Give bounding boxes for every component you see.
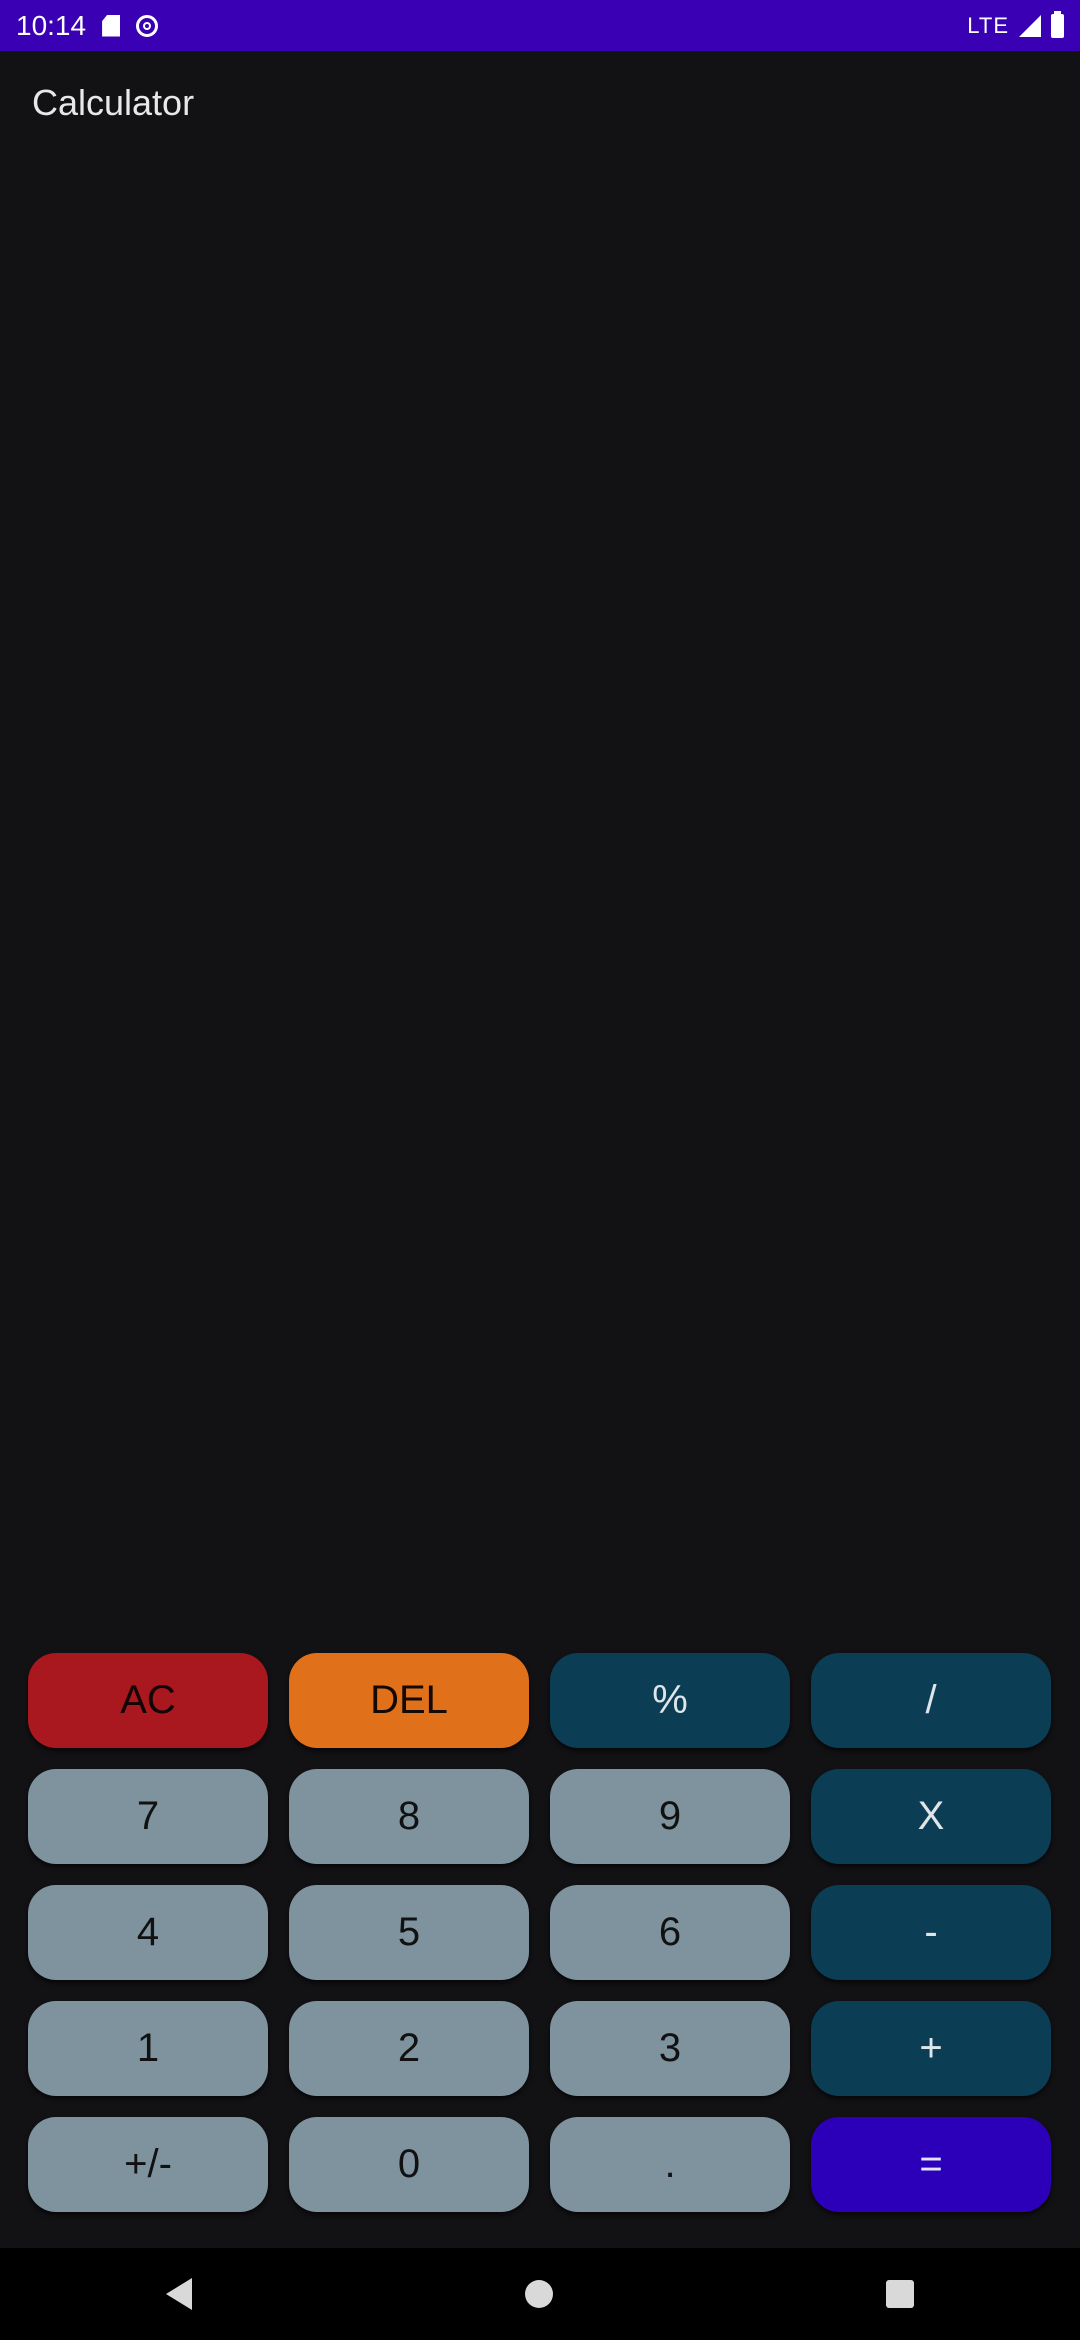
digit-9-button[interactable]: 9 <box>550 1769 790 1864</box>
digit-8-button[interactable]: 8 <box>289 1769 529 1864</box>
digit-5-button[interactable]: 5 <box>289 1885 529 1980</box>
network-type: LTE <box>967 12 1009 38</box>
sync-icon <box>136 14 159 37</box>
calculator-screen: 10:14 LTE Calculator AC DEL%/7 8 9 X 4 5 6-1 2 3 +… <box>0 0 1080 2340</box>
digit-2-button[interactable]: 2 <box>289 2001 529 2096</box>
status-bar: 10:14 LTE <box>0 0 1080 51</box>
divide-button[interactable]: / <box>811 1653 1051 1748</box>
digit-0-button[interactable]: 0 <box>289 2117 529 2212</box>
recent-apps-icon[interactable] <box>885 2280 914 2308</box>
app-title: Calculator <box>32 82 195 123</box>
status-time: 10:14 <box>16 9 87 41</box>
digit-7-button[interactable]: 7 <box>28 1769 268 1864</box>
add-button[interactable]: + <box>811 2001 1051 2096</box>
sd-card-icon <box>102 14 121 37</box>
navigation-bar <box>0 2248 1080 2340</box>
digit-3-button[interactable]: 3 <box>550 2001 790 2096</box>
calculator-display <box>0 150 1080 1640</box>
signal-icon <box>1019 14 1041 37</box>
digit-6-button[interactable]: 6 <box>550 1885 790 1980</box>
back-icon[interactable] <box>166 2278 193 2310</box>
del-button[interactable]: DEL <box>289 1653 529 1748</box>
multiply-button[interactable]: X <box>811 1769 1051 1864</box>
home-icon[interactable] <box>524 2280 553 2308</box>
sign-toggle-button[interactable]: +/- <box>28 2117 268 2212</box>
subtract-button[interactable]: - <box>811 1885 1051 1980</box>
ac-button[interactable]: AC <box>28 1653 268 1748</box>
digit-4-button[interactable]: 4 <box>28 1885 268 1980</box>
decimal-button[interactable]: . <box>550 2117 790 2212</box>
equals-button[interactable]: = <box>811 2117 1051 2212</box>
digit-1-button[interactable]: 1 <box>28 2001 268 2096</box>
percent-button[interactable]: % <box>550 1653 790 1748</box>
keypad: AC DEL%/ 7 8 9 X 4 5 6- 1 2 3 + +/- 0. = <box>28 1653 1052 2212</box>
battery-icon <box>1051 10 1064 38</box>
